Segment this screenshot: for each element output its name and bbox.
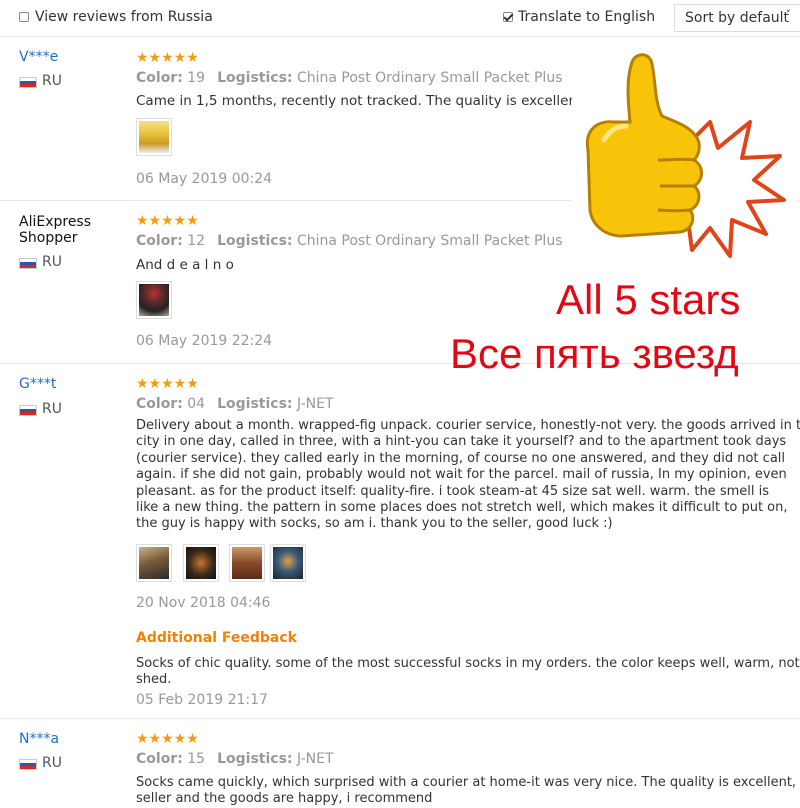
review-photo-thumbnail[interactable]: [136, 544, 172, 582]
russia-flag-icon: [19, 405, 37, 416]
color-label: Color:: [136, 396, 183, 412]
review-text-line: shed.: [136, 672, 172, 688]
review-meta: Color: 19 Logistics: China Post Ordinary …: [136, 70, 562, 86]
view-russia-checkbox[interactable]: [19, 12, 29, 22]
review-text-line: Socks of chic quality. some of the most …: [136, 656, 800, 671]
star-rating: ★★★★★: [136, 376, 199, 392]
reviewer-country: RU: [42, 755, 62, 771]
reviewer-name[interactable]: AliExpress Shopper: [19, 214, 119, 246]
review-text-line: pleasant. as for the product itself: qua…: [136, 483, 769, 499]
color-label: Color:: [136, 70, 183, 86]
review-date: 06 May 2019 22:24: [136, 333, 273, 349]
color-value: 12: [187, 233, 206, 249]
reviewer-country: RU: [42, 401, 62, 417]
review-text-line: like a new thing. the pattern in some pl…: [136, 500, 788, 516]
russia-flag-icon: [19, 759, 37, 770]
sort-label: Sort by default: [685, 10, 790, 26]
review-text-line: Socks came quickly, which surprised with…: [136, 775, 797, 790]
star-rating: ★★★★★: [136, 731, 199, 747]
color-label: Color:: [136, 751, 183, 767]
color-label: Color:: [136, 233, 183, 249]
logistics-label: Logistics:: [217, 233, 293, 249]
reviewer-name[interactable]: G***t: [19, 376, 56, 392]
star-rating: ★★★★★: [136, 50, 199, 66]
logistics-label: Logistics:: [217, 751, 293, 767]
review-text-line: city in one day, called in three, with a…: [136, 434, 787, 450]
thumbs-up-icon: [572, 40, 798, 280]
chevron-down-icon: ˅: [785, 8, 792, 21]
logistics-value: China Post Ordinary Small Packet Plus: [296, 70, 563, 86]
review-photo-thumbnail[interactable]: [136, 281, 172, 319]
review-meta: Color: 15 Logistics: J-NET: [136, 751, 334, 767]
view-russia-label[interactable]: View reviews from Russia: [35, 9, 213, 25]
color-value: 19: [187, 70, 206, 86]
star-rating: ★★★★★: [136, 213, 199, 229]
russia-flag-icon: [19, 258, 37, 269]
reviewer-name[interactable]: V***e: [19, 49, 58, 65]
color-value: 04: [187, 396, 206, 412]
logistics-value: J-NET: [296, 751, 334, 767]
review-text-line: again. if she did not gain, probably wou…: [136, 467, 787, 483]
reviewer-country: RU: [42, 254, 62, 270]
review-photo-thumbnail[interactable]: [270, 544, 306, 582]
logistics-label: Logistics:: [217, 70, 293, 86]
review-meta: Color: 04 Logistics: J-NET: [136, 396, 334, 412]
review-text: Delivery about a month. wrapped-fig unpa…: [136, 418, 800, 533]
additional-feedback-label: Additional Feedback: [136, 630, 297, 646]
review-item: G***t RU ★★★★★ Color: 04 Logistics: J-NET…: [0, 363, 800, 719]
additional-feedback-date: 05 Feb 2019 21:17: [136, 692, 268, 708]
color-value: 15: [187, 751, 206, 767]
review-photo-thumbnail[interactable]: [136, 118, 172, 156]
review-item: N***a RU ★★★★★ Color: 15 Logistics: J-NET…: [0, 718, 800, 806]
additional-feedback-text: Socks of chic quality. some of the most …: [136, 656, 800, 689]
review-date: 06 May 2019 00:24: [136, 171, 273, 187]
logistics-label: Logistics:: [217, 396, 293, 412]
review-date: 20 Nov 2018 04:46: [136, 595, 271, 611]
translate-checkbox[interactable]: [503, 12, 513, 22]
translate-label[interactable]: Translate to English: [518, 9, 655, 25]
logistics-value: J-NET: [296, 396, 334, 412]
review-text-line: the guy is happy with socks, so am i. th…: [136, 516, 613, 532]
review-photo-thumbnail[interactable]: [229, 544, 265, 582]
review-text: Socks came quickly, which surprised with…: [136, 775, 800, 808]
logistics-value: China Post Ordinary Small Packet Plus: [296, 233, 563, 249]
sort-dropdown[interactable]: Sort by default ˅: [674, 4, 800, 32]
russia-flag-icon: [19, 77, 37, 88]
review-text-line: Delivery about a month. wrapped-fig unpa…: [136, 418, 800, 433]
review-text-line: (courier service). they called early in …: [136, 450, 786, 466]
overlay-caption-russian: Все пять звезд: [450, 330, 739, 377]
overlay-caption-english: All 5 stars: [556, 276, 741, 323]
review-meta: Color: 12 Logistics: China Post Ordinary …: [136, 233, 562, 249]
review-photo-thumbnail[interactable]: [183, 544, 219, 582]
reviewer-name[interactable]: N***a: [19, 731, 59, 747]
reviewer-country: RU: [42, 73, 62, 89]
